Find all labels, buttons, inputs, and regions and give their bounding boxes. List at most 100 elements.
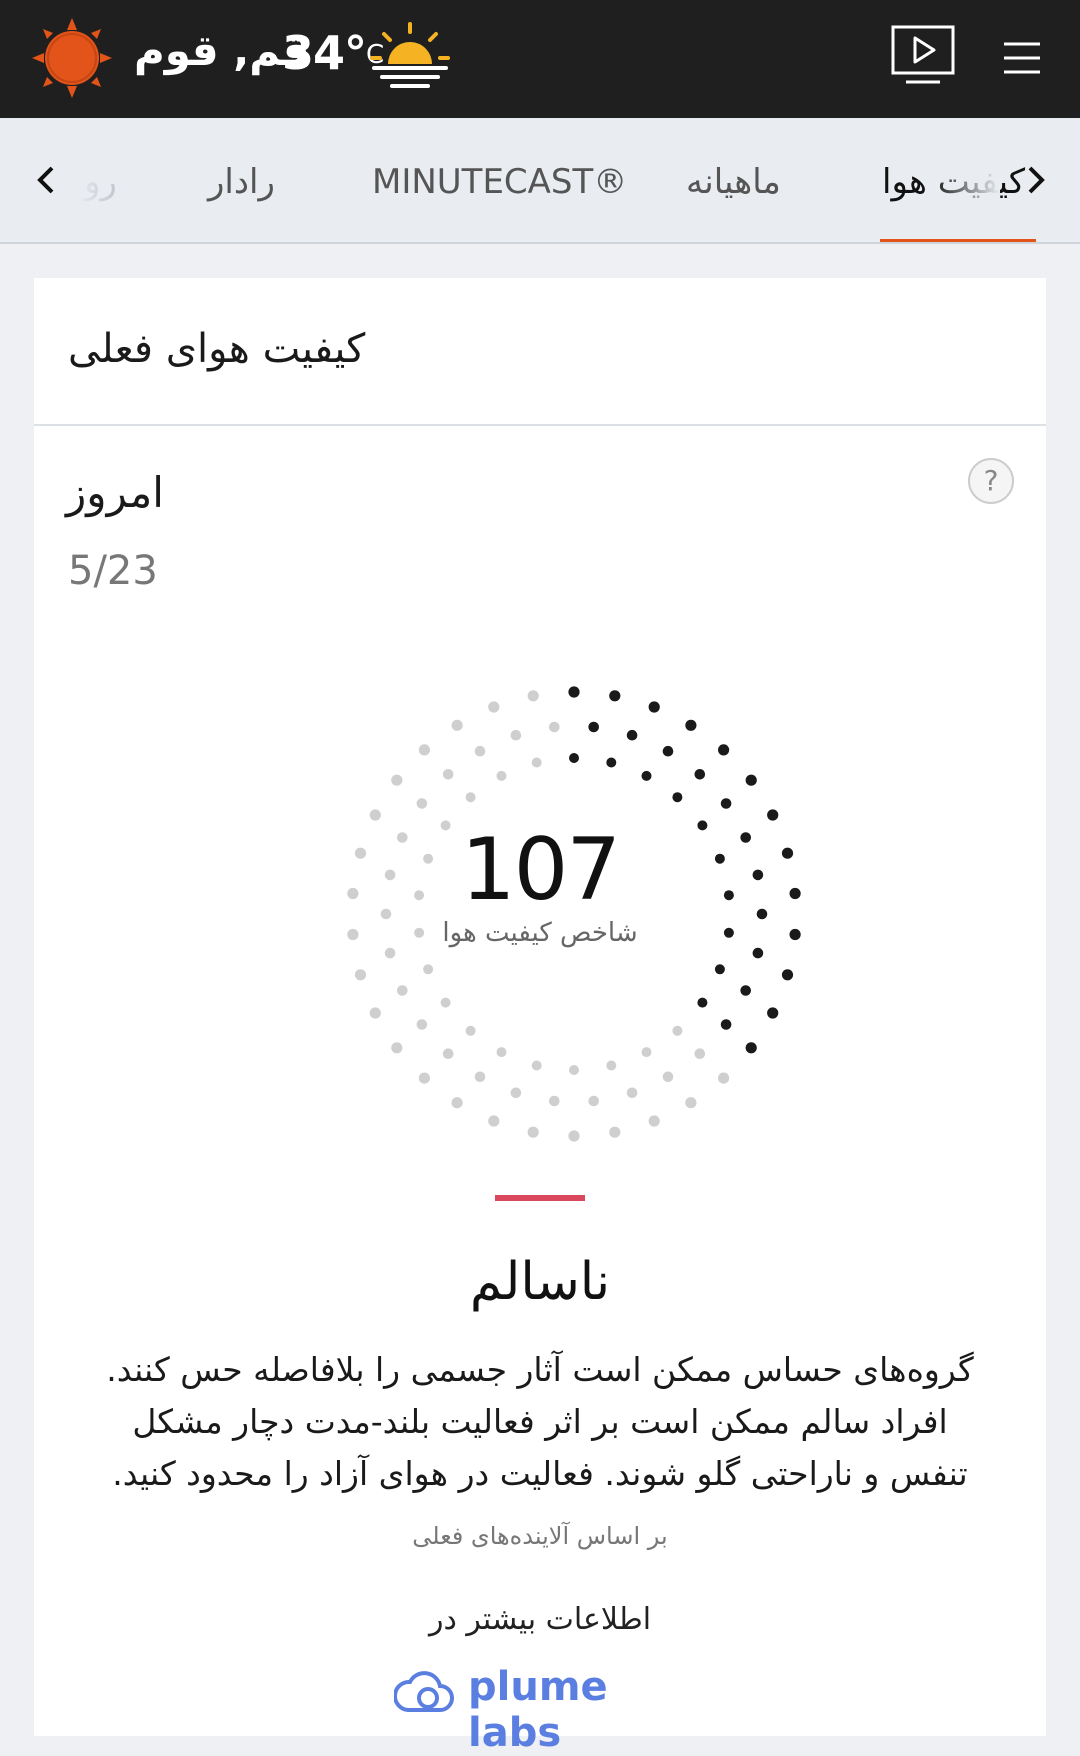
gauge-dot-empty xyxy=(488,701,500,713)
gauge-dot-empty xyxy=(568,1130,580,1142)
gauge-dot-filled xyxy=(626,729,638,741)
chevron-right-icon[interactable] xyxy=(1020,162,1050,198)
gauge-dot-filled xyxy=(609,690,621,702)
gauge-dot-empty xyxy=(626,1087,638,1099)
gauge-dot-empty xyxy=(416,798,428,809)
gauge-dot-empty xyxy=(418,744,430,756)
air-quality-card: کیفیت هوای فعلی ? امروز 5/23 107 شاخص کی… xyxy=(34,278,1046,1756)
aqi-category: ناسالم xyxy=(469,1252,611,1312)
gauge-dot-empty xyxy=(606,1060,617,1071)
gauge-dot-filled xyxy=(718,744,730,756)
gauge-dot-empty xyxy=(465,1025,476,1036)
sun-logo-icon[interactable] xyxy=(30,16,114,100)
sunset-icon xyxy=(370,22,450,88)
gauge-dot-empty xyxy=(527,1126,539,1138)
more-info-label: اطلاعات بیشتر در xyxy=(428,1602,652,1637)
plume-labs-link[interactable]: plume labs xyxy=(394,1662,714,1756)
gauge-dot-empty xyxy=(510,729,522,741)
gauge-dot-filled xyxy=(720,1019,732,1030)
gauge-dot-empty xyxy=(451,1097,463,1109)
gauge-dot-filled xyxy=(752,947,764,959)
gauge-dot-empty xyxy=(488,1115,500,1127)
gauge-dot-filled xyxy=(767,809,779,821)
gauge-dot-empty xyxy=(648,1115,660,1127)
gauge-dot-filled xyxy=(740,985,751,996)
gauge-dot-filled xyxy=(745,1042,757,1054)
card-title: کیفیت هوای فعلی xyxy=(68,326,366,372)
hamburger-menu-icon[interactable] xyxy=(1000,38,1044,78)
gauge-dot-empty xyxy=(588,1095,599,1107)
tab-air-quality[interactable]: کیفیت هوا xyxy=(882,162,1025,202)
gauge-dot-empty xyxy=(694,1048,706,1059)
gauge-dot-filled xyxy=(697,997,708,1008)
cloud-icon xyxy=(394,1671,454,1712)
gauge-dot-empty xyxy=(549,1095,560,1107)
provider-name: plume labs xyxy=(468,1664,608,1756)
gauge-dot-filled xyxy=(569,753,579,763)
gauge-dot-empty xyxy=(354,969,367,981)
card-header: کیفیت هوای فعلی xyxy=(34,278,1046,426)
gauge-dot-filled xyxy=(641,770,652,781)
gauge-dot-filled xyxy=(606,757,617,768)
gauge-dot-empty xyxy=(391,774,403,786)
gauge-dot-empty xyxy=(718,1072,730,1084)
gauge-dot-empty xyxy=(442,769,454,780)
gauge-dot-filled xyxy=(685,719,697,731)
gauge-dot-filled xyxy=(745,774,757,786)
gauge-dot-empty xyxy=(474,745,486,757)
active-tab-indicator xyxy=(880,239,1036,242)
gauge-dot-empty xyxy=(440,997,451,1008)
gauge-dot-filled xyxy=(648,701,660,713)
tab-minutecast[interactable]: MINUTECAST® xyxy=(372,162,627,202)
gauge-dot-filled xyxy=(672,792,683,803)
gauge-dot-empty xyxy=(527,690,539,702)
gauge-dot-filled xyxy=(568,686,580,698)
basis-note: بر اساس آلاینده‌های فعلی xyxy=(412,1522,668,1550)
gauge-dot-empty xyxy=(549,721,560,733)
gauge-dot-filled xyxy=(694,769,706,780)
top-bar: قم, قوم 34°C xyxy=(0,0,1080,118)
gauge-dot-empty xyxy=(672,1025,683,1036)
gauge-dot-filled xyxy=(767,1007,779,1019)
gauge-dot-empty xyxy=(474,1071,486,1083)
gauge-dot-empty xyxy=(397,985,408,996)
gauge-dot-empty xyxy=(423,964,434,975)
gauge-dot-empty xyxy=(609,1126,621,1138)
tab-monthly[interactable]: ماهیانه xyxy=(686,162,781,202)
gauge-dot-empty xyxy=(369,809,381,821)
category-color-bar xyxy=(495,1195,585,1201)
gauge-dot-empty xyxy=(465,792,476,803)
gauge-dot-empty xyxy=(510,1087,522,1099)
aqi-value: 107 xyxy=(460,820,621,920)
gauge-dot-empty xyxy=(391,1042,403,1054)
gauge-dot-empty xyxy=(451,719,463,731)
chevron-left-icon[interactable] xyxy=(32,162,62,198)
day-label: امروز xyxy=(66,468,164,517)
gauge-dot-empty xyxy=(641,1047,652,1058)
gauge-dot-empty xyxy=(685,1097,697,1109)
gauge-dot-filled xyxy=(714,964,725,975)
gauge-dot-empty xyxy=(662,1071,674,1083)
gauge-dot-filled xyxy=(662,745,674,757)
gauge-dot-empty xyxy=(496,770,507,781)
gauge-dot-empty xyxy=(384,947,396,959)
gauge-dot-empty xyxy=(442,1048,454,1059)
gauge-dot-filled xyxy=(781,969,794,981)
gauge-dot-empty xyxy=(531,757,542,768)
gauge-dot-empty xyxy=(569,1065,579,1075)
help-icon[interactable]: ? xyxy=(968,458,1014,504)
date-label: 5/23 xyxy=(68,548,158,594)
aqi-description: گروه‌های حساس ممکن است آثار جسمی را بلاف… xyxy=(106,1350,974,1493)
nav-tabs: رو رادار MINUTECAST® ماهیانه کیفیت هوا xyxy=(0,118,1080,244)
gauge-dot-empty xyxy=(418,1072,430,1084)
video-play-icon[interactable] xyxy=(890,24,956,88)
aqi-label: شاخص کیفیت هوا xyxy=(442,918,638,948)
tab-forecast[interactable]: رو xyxy=(84,162,117,202)
tab-radar[interactable]: رادار xyxy=(208,162,275,202)
gauge-dot-empty xyxy=(369,1007,381,1019)
gauge-dot-filled xyxy=(720,798,732,809)
gauge-dot-empty xyxy=(496,1047,507,1058)
gauge-dot-empty xyxy=(416,1019,428,1030)
gauge-dot-filled xyxy=(588,721,599,733)
gauge-dot-empty xyxy=(531,1060,542,1071)
